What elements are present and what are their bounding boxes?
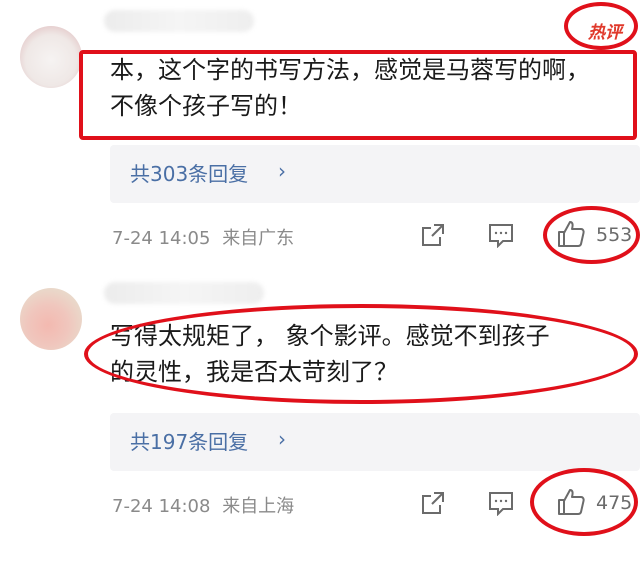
location: 来自上海 — [222, 496, 295, 517]
avatar[interactable] — [20, 26, 82, 88]
view-replies-link[interactable]: 共303条回复 — [130, 158, 248, 187]
timestamp: 7-24 14:08 — [112, 496, 211, 517]
chevron-right-icon: › — [278, 427, 286, 451]
highlight-circle — [530, 468, 638, 536]
replies-box[interactable]: 共303条回复 › — [110, 145, 640, 203]
username-blurred[interactable] — [104, 282, 264, 304]
highlight-ellipse — [84, 304, 638, 404]
comment-icon[interactable] — [487, 490, 515, 516]
highlight-circle — [543, 206, 640, 264]
comment-meta: 7-24 14:05 来自广东 — [112, 224, 294, 250]
chevron-right-icon: › — [278, 159, 286, 183]
avatar[interactable] — [20, 288, 82, 350]
comment-item: 写得太规矩了， 象个影评。感觉不到孩子 的灵性，我是否太苛刻了？ 共197条回复… — [0, 268, 640, 574]
username-blurred[interactable] — [104, 10, 254, 32]
comment-item: 热评 本，这个字的书写方法，感觉是马蓉写的啊， 不像个孩子写的！ 共303条回复… — [0, 0, 640, 268]
location: 来自广东 — [222, 228, 295, 249]
share-icon[interactable] — [420, 490, 446, 516]
timestamp: 7-24 14:05 — [112, 228, 211, 249]
comment-icon[interactable] — [487, 222, 515, 248]
highlight-circle — [564, 2, 638, 50]
comment-meta: 7-24 14:08 来自上海 — [112, 492, 294, 518]
replies-box[interactable]: 共197条回复 › — [110, 413, 640, 471]
highlight-box — [79, 50, 637, 140]
view-replies-link[interactable]: 共197条回复 — [130, 426, 248, 455]
share-icon[interactable] — [420, 222, 446, 248]
